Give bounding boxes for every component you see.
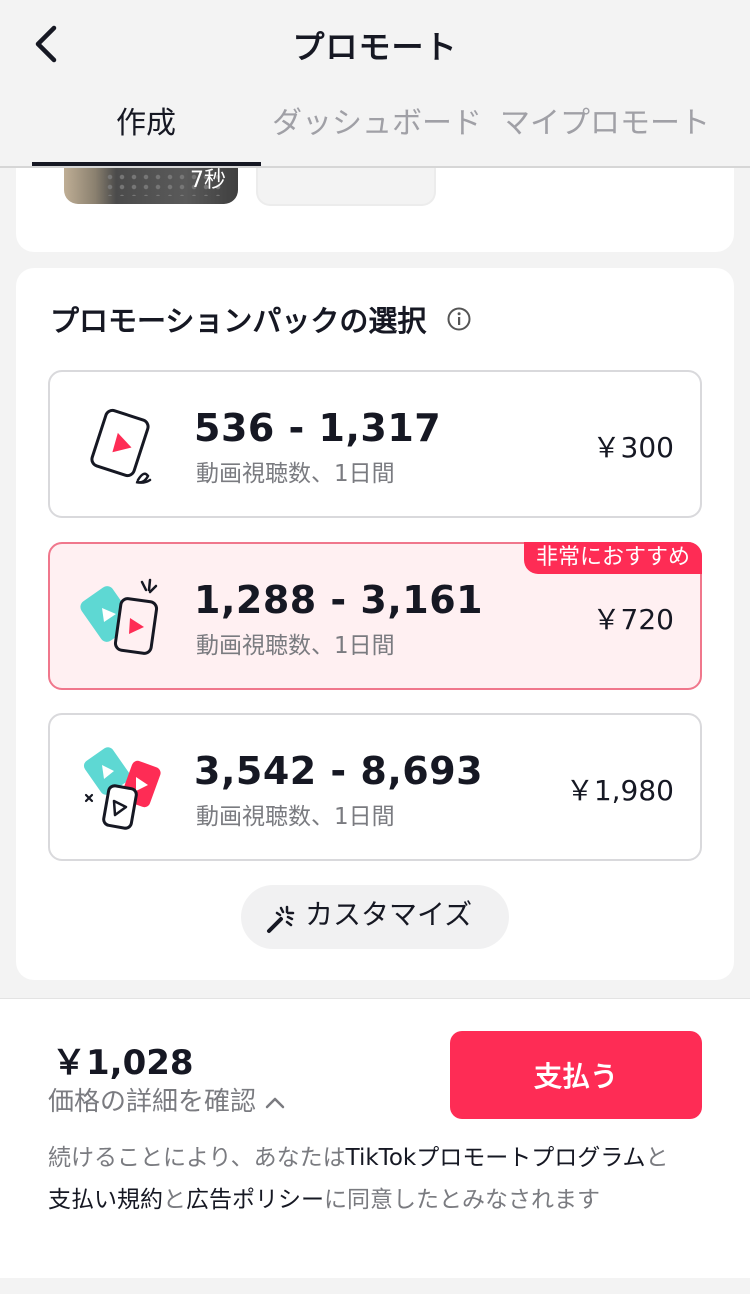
price-details-label: 価格の詳細を確認	[48, 1087, 257, 1117]
add-video-slot[interactable]	[256, 168, 436, 206]
single-video-icon	[90, 408, 152, 484]
pack-option-1[interactable]: 536 - 1,317 動画視聴数、1日間 ￥300	[48, 370, 702, 518]
customize-button[interactable]: カスタマイズ	[241, 885, 509, 949]
total-price: ￥1,028	[52, 1043, 194, 1083]
promote-program-link[interactable]: TikTokプロモートプログラム	[346, 1145, 646, 1171]
page-title: プロモート	[292, 28, 458, 66]
payment-terms-link[interactable]: 支払い規約	[48, 1187, 163, 1213]
section-title: プロモーションパックの選択	[50, 304, 427, 338]
bottom-strip	[0, 1278, 750, 1294]
video-duration: 7秒	[190, 168, 226, 193]
pack-view-range: 1,288 - 3,161	[194, 578, 484, 622]
pack-subtitle: 動画視聴数、1日間	[196, 461, 395, 487]
tab-bar: 作成 ダッシュボード マイプロモート	[0, 90, 750, 168]
pack-option-3[interactable]: 3,542 - 8,693 動画視聴数、1日間 ￥1,980	[48, 713, 702, 861]
checkout-footer: ￥1,028 価格の詳細を確認 支払う 続けることにより、あなたはTikTokプ…	[0, 998, 750, 1279]
pay-button[interactable]: 支払う	[450, 1031, 702, 1119]
terms-part: 続けることにより、あなたは	[48, 1145, 346, 1171]
pack-price: ￥1,980	[565, 774, 674, 807]
info-icon[interactable]	[446, 306, 472, 332]
pack-view-range: 536 - 1,317	[194, 406, 442, 450]
tab-dashboard[interactable]: ダッシュボード	[272, 100, 482, 152]
price-details-link[interactable]: 価格の詳細を確認	[48, 1081, 286, 1118]
ad-policy-link[interactable]: 広告ポリシー	[186, 1187, 324, 1213]
magic-wand-icon	[267, 905, 295, 933]
customize-label: カスタマイズ	[305, 898, 473, 931]
tab-my-promote[interactable]: マイプロモート	[500, 100, 710, 152]
video-thumbnail[interactable]: 7秒	[64, 168, 238, 204]
recommended-badge: 非常におすすめ	[523, 542, 702, 574]
double-video-icon	[80, 578, 159, 655]
pack-price: ￥300	[592, 431, 674, 464]
pack-price: ￥720	[592, 603, 674, 636]
pack-subtitle: 動画視聴数、1日間	[196, 633, 395, 659]
terms-text: 続けることにより、あなたはTikTokプロモートプログラムと 支払い規約と広告ポリ…	[48, 1137, 708, 1221]
pack-subtitle: 動画視聴数、1日間	[196, 804, 395, 830]
pack-option-2[interactable]: 非常におすすめ 1,288 - 3,161 動画視聴数、1日間 ￥720	[48, 542, 702, 690]
header: プロモート	[0, 0, 750, 90]
video-card: 7秒	[16, 168, 734, 252]
terms-part: に同意したとみなされます	[324, 1187, 600, 1213]
active-tab-indicator	[32, 162, 261, 166]
promotion-pack-card: プロモーションパックの選択 536 - 1,317 動画視聴数、1日間 ￥300…	[16, 268, 734, 980]
triple-video-icon	[83, 747, 161, 830]
pack-view-range: 3,542 - 8,693	[194, 749, 484, 793]
tab-create[interactable]: 作成	[116, 100, 176, 152]
terms-part: と	[163, 1187, 186, 1213]
chevron-up-icon	[266, 1097, 285, 1108]
terms-part: と	[645, 1145, 669, 1171]
